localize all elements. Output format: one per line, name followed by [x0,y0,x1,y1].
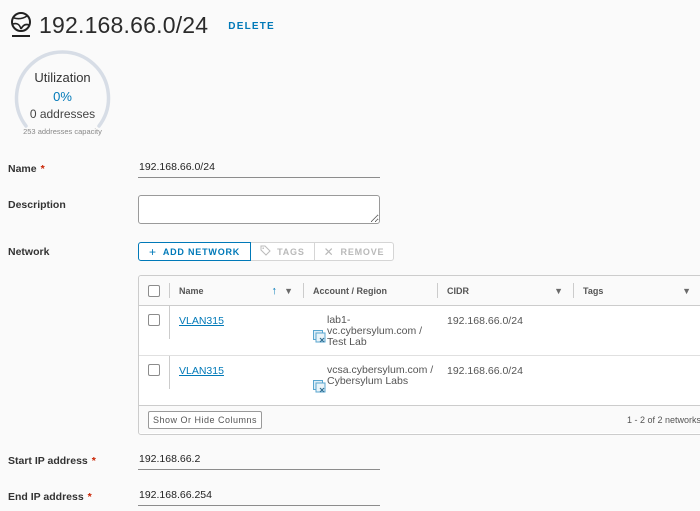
add-network-button[interactable]: + ADD NETWORK [138,242,252,261]
filter-icon[interactable]: ▼ [682,286,691,296]
cidr-cell: 192.168.66.0/24 [447,365,523,377]
grid-footer: Show Or Hide Columns 1 - 2 of 2 networks [139,405,700,433]
start-ip-input[interactable] [138,451,380,470]
filter-icon[interactable]: ▼ [554,286,563,296]
column-header-tags[interactable]: Tags ▼ [573,276,700,305]
select-all-checkbox[interactable] [148,284,160,297]
show-hide-columns-button[interactable]: Show Or Hide Columns [148,410,263,429]
utilization-capacity: 253 addresses capacity [23,127,102,136]
close-icon: ✕ [323,244,335,259]
vcenter-icon [313,380,326,393]
table-row: VLAN315 lab1-vc.cybersylum.com / Test La… [139,306,700,356]
networks-grid: Name ↑ ▼ Account / Region CIDR ▼ Tags ▼ … [138,275,700,435]
description-row: Description [8,195,380,224]
remove-button[interactable]: ✕ REMOVE [314,242,395,261]
row-select-cell [139,356,169,405]
arrow-up-icon[interactable]: ↑ [272,285,278,297]
row-checkbox[interactable] [148,364,160,376]
description-label: Description [8,199,66,211]
column-header-name[interactable]: Name ↑ ▼ [169,276,303,305]
column-header-account[interactable]: Account / Region [303,276,437,305]
tags-cell [573,356,700,405]
name-input[interactable] [138,159,380,178]
network-row: Network + ADD NETWORK TAGS ✕ REMOVE [8,242,395,261]
name-label: Name * [8,162,45,175]
start-ip-label: Start IP address * [8,454,96,467]
utilization-gauge: Utilization 0% 0 addresses 253 addresses… [10,48,115,143]
network-link[interactable]: VLAN315 [179,315,224,327]
page-title: 192.168.66.0/24 [39,11,209,38]
account-cell: vcsa.cybersylum.com / Cybersylum Labs [303,356,437,405]
end-ip-row: End IP address * [8,487,380,506]
tags-button[interactable]: TAGS [251,242,315,261]
delete-button[interactable]: DELETE [228,21,275,32]
end-ip-label: End IP address * [8,490,92,503]
account-cell: lab1-vc.cybersylum.com / Test Lab [303,306,437,355]
pagination-count: 1 - 2 of 2 networks [626,414,700,425]
tag-icon [260,245,271,259]
start-ip-row: Start IP address * [8,451,380,470]
description-input[interactable] [138,195,380,224]
vcenter-icon [313,330,326,343]
name-cell: VLAN315 [169,356,303,405]
select-all-cell [139,276,169,305]
cidr-cell: 192.168.66.0/24 [447,315,523,327]
utilization-addresses: 0 addresses [29,107,96,121]
network-link[interactable]: VLAN315 [179,365,224,377]
table-row: VLAN315 vcsa.cybersylum.com / Cybersylum… [139,356,700,406]
network-label: Network [8,245,50,258]
row-checkbox[interactable] [148,314,160,326]
row-select-cell [139,306,169,355]
filter-icon[interactable]: ▼ [284,286,293,296]
tags-cell [573,306,700,355]
page-header: 192.168.66.0/24 DELETE [9,11,275,39]
utilization-label: Utilization [34,70,91,85]
utilization-percent: 0% [53,89,72,104]
end-ip-input[interactable] [138,487,380,506]
plus-icon: + [149,244,157,259]
grid-header: Name ↑ ▼ Account / Region CIDR ▼ Tags ▼ [139,276,700,306]
network-globe-icon [11,12,31,37]
column-header-cidr[interactable]: CIDR ▼ [437,276,573,305]
network-actions: + ADD NETWORK TAGS ✕ REMOVE [138,242,395,261]
name-row: Name * [8,159,380,178]
name-cell: VLAN315 [169,306,303,355]
